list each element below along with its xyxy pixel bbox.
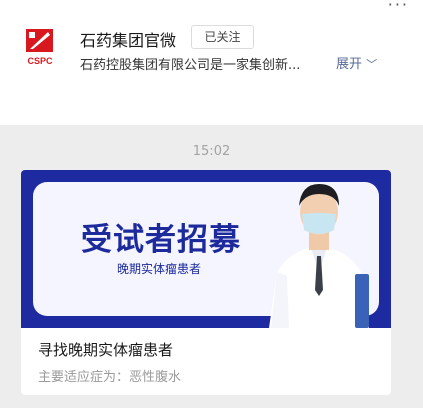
account-header: ··· CSPC 石药集团官微 已关注 石药控股集团有限公司是一家集创新... …	[0, 0, 423, 125]
article-meta: 主要适应症为：恶性腹水	[38, 370, 182, 385]
expand-link[interactable]: 展开 ﹀	[336, 53, 377, 72]
banner-subtitle: 晚期实体瘤患者	[117, 262, 202, 276]
article-banner[interactable]: 受试者招募 晚期实体瘤患者	[21, 170, 391, 328]
account-description: 石药控股集团有限公司是一家集创新...	[80, 58, 301, 73]
logo-text: CSPC	[27, 56, 53, 66]
article-card[interactable]: 受试者招募 晚期实体瘤患者 寻找晚期实体瘤患者 主要适应症为：恶性腹水	[21, 170, 391, 395]
message-timestamp: 15:02	[192, 144, 231, 159]
expand-label: 展开	[336, 57, 363, 72]
doctor-illustration	[269, 184, 369, 328]
article-title[interactable]: 寻找晚期实体瘤患者	[38, 339, 173, 360]
follow-button[interactable]: 已关注	[191, 25, 254, 49]
cspc-logo[interactable]: CSPC	[22, 27, 58, 67]
chevron-down-icon: ﹀	[366, 58, 378, 71]
more-menu-icon[interactable]: ···	[388, 0, 409, 13]
account-name[interactable]: 石药集团官微	[80, 27, 176, 51]
banner-title: 受试者招募	[81, 222, 241, 258]
